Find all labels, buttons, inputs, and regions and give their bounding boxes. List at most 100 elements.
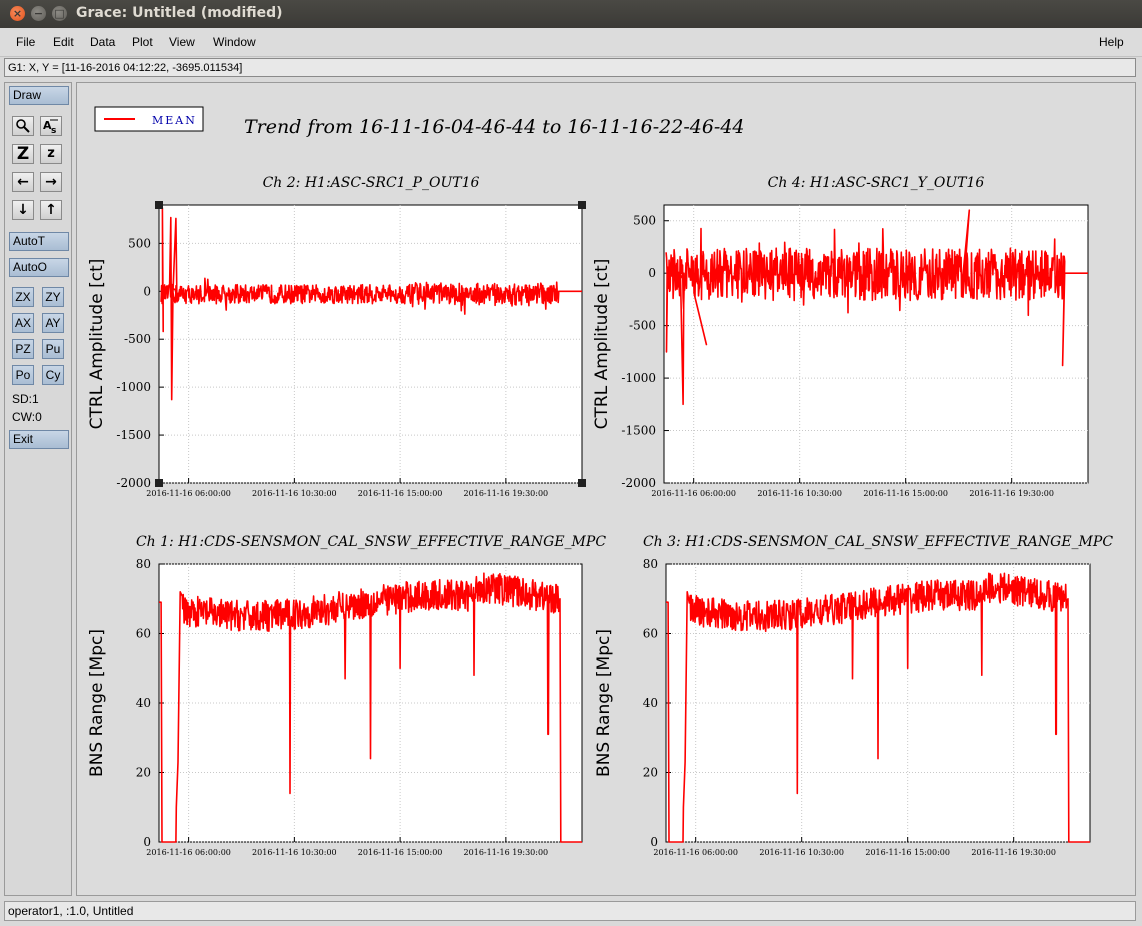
ay-button[interactable]: AY xyxy=(42,313,64,333)
y-tick-label: -500 xyxy=(124,332,151,346)
menu-view[interactable]: View xyxy=(169,35,195,49)
scroll-up-button[interactable]: ↑ xyxy=(40,200,62,220)
selection-handle[interactable] xyxy=(578,479,586,487)
status-bar: operator1, :1.0, Untitled xyxy=(4,901,1136,921)
exit-button[interactable]: Exit xyxy=(9,430,69,449)
menu-file[interactable]: File xyxy=(16,35,35,49)
stack-depth-label: SD:1 xyxy=(12,392,39,406)
zy-button[interactable]: ZY xyxy=(42,287,64,307)
y-tick-label: 40 xyxy=(136,696,151,710)
y-tick-label: 0 xyxy=(143,835,151,849)
selection-handle[interactable] xyxy=(578,201,586,209)
legend-label: MEAN xyxy=(152,114,197,127)
zoom-out-button[interactable]: z xyxy=(40,144,62,164)
close-icon: × xyxy=(12,7,23,20)
chart-panel-3[interactable]: Ch 1: H1:CDS-SENSMON_CAL_SNSW_EFFECTIVE_… xyxy=(87,534,606,857)
x-tick-label: 2016-11-16 19:30:00 xyxy=(464,848,549,857)
scroll-right-button[interactable]: → xyxy=(40,172,62,192)
selection-handle[interactable] xyxy=(155,479,163,487)
scroll-down-button[interactable]: ↓ xyxy=(12,200,34,220)
autot-button[interactable]: AutoT xyxy=(9,232,69,251)
close-window-button[interactable]: × xyxy=(10,6,25,21)
menu-edit[interactable]: Edit xyxy=(53,35,74,49)
menu-window[interactable]: Window xyxy=(213,35,256,49)
y-tick-label: -1500 xyxy=(621,424,656,438)
y-tick-label: 40 xyxy=(643,696,658,710)
menu-plot[interactable]: Plot xyxy=(132,35,153,49)
x-tick-label: 2016-11-16 06:00:00 xyxy=(651,489,736,498)
y-tick-label: -1500 xyxy=(116,428,151,442)
x-tick-label: 2016-11-16 15:00:00 xyxy=(863,489,948,498)
plot-svg[interactable]: MEAN Trend from 16-11-16-04-46-44 to 16-… xyxy=(77,83,1135,895)
y-axis-label: CTRL Amplitude [ct] xyxy=(87,259,107,430)
autoo-button[interactable]: AutoO xyxy=(9,258,69,277)
graph-canvas[interactable]: MEAN Trend from 16-11-16-04-46-44 to 16-… xyxy=(76,82,1136,896)
maximize-window-button[interactable]: □ xyxy=(52,6,67,21)
chart-panel-2[interactable]: Ch 4: H1:ASC-SRC1_Y_OUT16 500 0 -500 -1000 -1… xyxy=(592,175,1089,498)
y-tick-label: -1000 xyxy=(116,380,151,394)
maximize-icon: □ xyxy=(54,7,65,20)
tool-panel: Draw As Z z ← → ↓ ↑ AutoT AutoO ZX ZY AX… xyxy=(4,82,72,896)
y-tick-label: 60 xyxy=(643,627,658,641)
window-title: Grace: Untitled (modified) xyxy=(76,5,283,21)
x-tick-label: 2016-11-16 10:30:00 xyxy=(759,848,844,857)
y-tick-label: 80 xyxy=(136,557,151,571)
x-tick-label: 2016-11-16 19:30:00 xyxy=(464,489,549,498)
y-tick-label: 20 xyxy=(643,766,658,780)
plot-area xyxy=(158,204,583,484)
svg-text:s: s xyxy=(51,126,56,135)
y-tick-label: 0 xyxy=(648,266,656,280)
scroll-left-button[interactable]: ← xyxy=(12,172,34,192)
x-tick-label: 2016-11-16 15:00:00 xyxy=(358,489,443,498)
minimize-window-button[interactable]: − xyxy=(31,6,46,21)
window-titlebar: × − □ Grace: Untitled (modified) xyxy=(0,0,1142,28)
y-tick-label: 80 xyxy=(643,557,658,571)
menu-bar: File Edit Data Plot View Window Help xyxy=(0,28,1142,57)
zoom-button[interactable] xyxy=(12,116,34,136)
x-tick-label: 2016-11-16 10:30:00 xyxy=(252,848,337,857)
menu-data[interactable]: Data xyxy=(90,35,115,49)
y-tick-label: -2000 xyxy=(116,476,151,490)
minimize-icon: − xyxy=(33,7,44,20)
pz-button[interactable]: PZ xyxy=(12,339,34,359)
x-tick-label: 2016-11-16 19:30:00 xyxy=(971,848,1056,857)
x-tick-label: 2016-11-16 10:30:00 xyxy=(252,489,337,498)
ax-button[interactable]: AX xyxy=(12,313,34,333)
x-tick-label: 2016-11-16 15:00:00 xyxy=(358,848,443,857)
autoscale-text-button[interactable]: As xyxy=(40,116,62,136)
draw-button[interactable]: Draw xyxy=(9,86,69,105)
y-tick-label: 20 xyxy=(136,766,151,780)
y-axis-label: BNS Range [Mpc] xyxy=(594,629,614,777)
zoom-in-button[interactable]: Z xyxy=(12,144,34,164)
y-tick-label: 500 xyxy=(633,214,656,228)
magnifier-icon xyxy=(16,119,30,133)
po-button[interactable]: Po xyxy=(12,365,34,385)
y-axis-label: CTRL Amplitude [ct] xyxy=(592,259,612,430)
chart-title: Ch 2: H1:ASC-SRC1_P_OUT16 xyxy=(263,175,480,191)
current-world-label: CW:0 xyxy=(12,410,42,424)
x-tick-label: 2016-11-16 15:00:00 xyxy=(865,848,950,857)
menu-help[interactable]: Help xyxy=(1099,35,1124,49)
plot-area xyxy=(663,204,1089,484)
x-tick-label: 2016-11-16 19:30:00 xyxy=(969,489,1054,498)
zx-button[interactable]: ZX xyxy=(12,287,34,307)
y-axis-label: BNS Range [Mpc] xyxy=(87,629,107,777)
locator-bar: G1: X, Y = [11-16-2016 04:12:22, -3695.0… xyxy=(4,58,1136,77)
autoscale-text-icon: As xyxy=(43,119,58,136)
chart-title: Ch 1: H1:CDS-SENSMON_CAL_SNSW_EFFECTIVE_… xyxy=(136,534,606,550)
y-tick-label: -500 xyxy=(629,319,656,333)
y-tick-label: 0 xyxy=(143,284,151,298)
x-tick-label: 2016-11-16 10:30:00 xyxy=(757,489,842,498)
y-tick-label: -2000 xyxy=(621,476,656,490)
chart-title: Ch 4: H1:ASC-SRC1_Y_OUT16 xyxy=(768,175,985,191)
chart-title: Ch 3: H1:CDS-SENSMON_CAL_SNSW_EFFECTIVE_… xyxy=(643,534,1113,550)
y-tick-label: 500 xyxy=(128,236,151,250)
cy-button[interactable]: Cy xyxy=(42,365,64,385)
chart-panel-1[interactable]: Ch 2: H1:ASC-SRC1_P_OUT16 500 0 -500 -1000 -1… xyxy=(87,175,586,498)
y-tick-label: 0 xyxy=(650,835,658,849)
x-tick-label: 2016-11-16 06:00:00 xyxy=(146,848,231,857)
pu-button[interactable]: Pu xyxy=(42,339,64,359)
chart-panel-4[interactable]: Ch 3: H1:CDS-SENSMON_CAL_SNSW_EFFECTIVE_… xyxy=(594,534,1113,857)
x-tick-label: 2016-11-16 06:00:00 xyxy=(146,489,231,498)
selection-handle[interactable] xyxy=(155,201,163,209)
